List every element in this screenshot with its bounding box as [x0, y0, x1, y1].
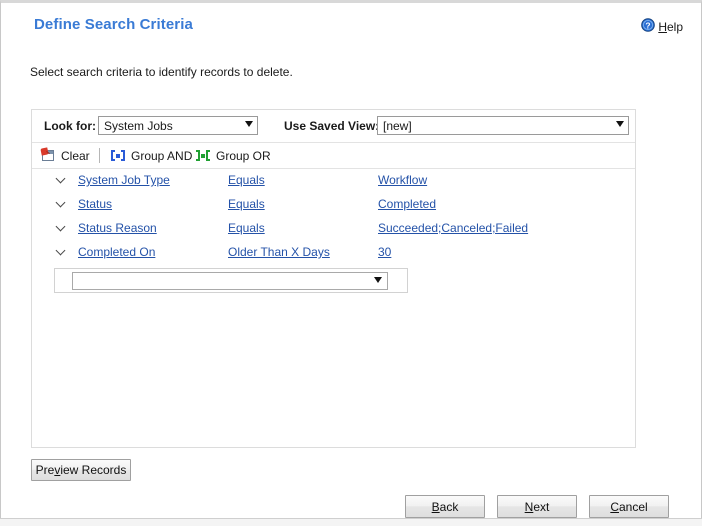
criteria-panel: Look for: System Jobs Use Saved View: [n… [31, 109, 636, 448]
table-row: System Job Type Equals Workflow [32, 169, 635, 193]
criteria-grid: System Job Type Equals Workflow Status E… [32, 169, 635, 295]
criteria-field-link[interactable]: Status [78, 197, 112, 211]
use-saved-view-select[interactable]: [new] [377, 116, 629, 135]
row-expand-chevron-icon[interactable] [56, 174, 66, 184]
group-or-bracket-icon [195, 149, 211, 163]
criteria-operator-link[interactable]: Older Than X Days [228, 245, 330, 259]
look-for-value: System Jobs [104, 119, 173, 133]
row-expand-chevron-icon[interactable] [56, 198, 66, 208]
new-criteria-select[interactable] [72, 272, 388, 290]
help-link[interactable]: ? Help [641, 18, 683, 35]
help-label: Help [658, 20, 683, 34]
next-button[interactable]: Next [497, 495, 577, 518]
criteria-value-link[interactable]: Succeeded;Canceled;Failed [378, 221, 528, 235]
criteria-value-link[interactable]: 30 [378, 245, 391, 259]
preview-records-button[interactable]: Pre v iew Records [31, 459, 131, 481]
clear-button[interactable]: Clear [40, 146, 90, 165]
svg-text:?: ? [646, 20, 651, 30]
preview-records-post: iew Records [60, 463, 127, 477]
back-accesskey: B [431, 499, 440, 514]
criteria-value-link[interactable]: Completed [378, 197, 436, 211]
clear-note-pin-icon [40, 147, 56, 163]
instruction-text: Select search criteria to identify recor… [30, 65, 293, 79]
criteria-operator-link[interactable]: Equals [228, 173, 265, 187]
table-row: Status Equals Completed [32, 193, 635, 217]
preview-records-pre: Pre [35, 463, 55, 477]
table-row: Status Reason Equals Succeeded;Canceled;… [32, 217, 635, 241]
row-expand-chevron-icon[interactable] [56, 246, 66, 256]
next-post: ext [533, 499, 550, 514]
criteria-field-link[interactable]: System Job Type [78, 173, 170, 187]
cancel-post: ancel [618, 499, 648, 514]
clear-label: Clear [61, 148, 90, 163]
chevron-down-icon [245, 121, 253, 127]
cancel-accesskey: C [610, 499, 619, 514]
help-accesskey: H [658, 19, 667, 34]
group-and-bracket-icon [110, 149, 126, 163]
look-for-label: Look for: [44, 119, 96, 133]
criteria-toolbar: Clear Group AND Group OR [32, 143, 635, 169]
group-and-button[interactable]: Group AND [110, 146, 192, 165]
back-post: ack [439, 499, 459, 514]
use-saved-view-value: [new] [383, 119, 412, 133]
use-saved-view-label: Use Saved View: [284, 119, 380, 133]
page-title: Define Search Criteria [34, 16, 193, 33]
look-for-select[interactable]: System Jobs [98, 116, 258, 135]
help-circle-icon: ? [641, 18, 656, 35]
lookfor-row: Look for: System Jobs Use Saved View: [n… [32, 110, 635, 143]
new-criteria-row [32, 268, 635, 295]
criteria-operator-link[interactable]: Equals [228, 197, 265, 211]
group-or-label: Group OR [216, 148, 271, 163]
help-label-rest: elp [666, 19, 683, 34]
cancel-button[interactable]: Cancel [589, 495, 669, 518]
criteria-value-link[interactable]: Workflow [378, 173, 427, 187]
chevron-down-icon [616, 121, 624, 127]
new-criteria-cell [54, 268, 408, 293]
criteria-operator-link[interactable]: Equals [228, 221, 265, 235]
toolbar-divider [99, 148, 100, 163]
criteria-field-link[interactable]: Status Reason [78, 221, 157, 235]
chevron-down-icon [374, 277, 382, 283]
table-row: Completed On Older Than X Days 30 [32, 241, 635, 265]
dialog-header: Define Search Criteria ? Help [1, 6, 701, 48]
next-accesskey: N [524, 499, 534, 514]
back-button[interactable]: Back [405, 495, 485, 518]
dialog-window: Define Search Criteria ? Help Select sea… [0, 0, 702, 525]
row-expand-chevron-icon[interactable] [56, 222, 66, 232]
group-or-button[interactable]: Group OR [195, 146, 271, 165]
group-and-label: Group AND [131, 148, 193, 163]
criteria-field-link[interactable]: Completed On [78, 245, 155, 259]
